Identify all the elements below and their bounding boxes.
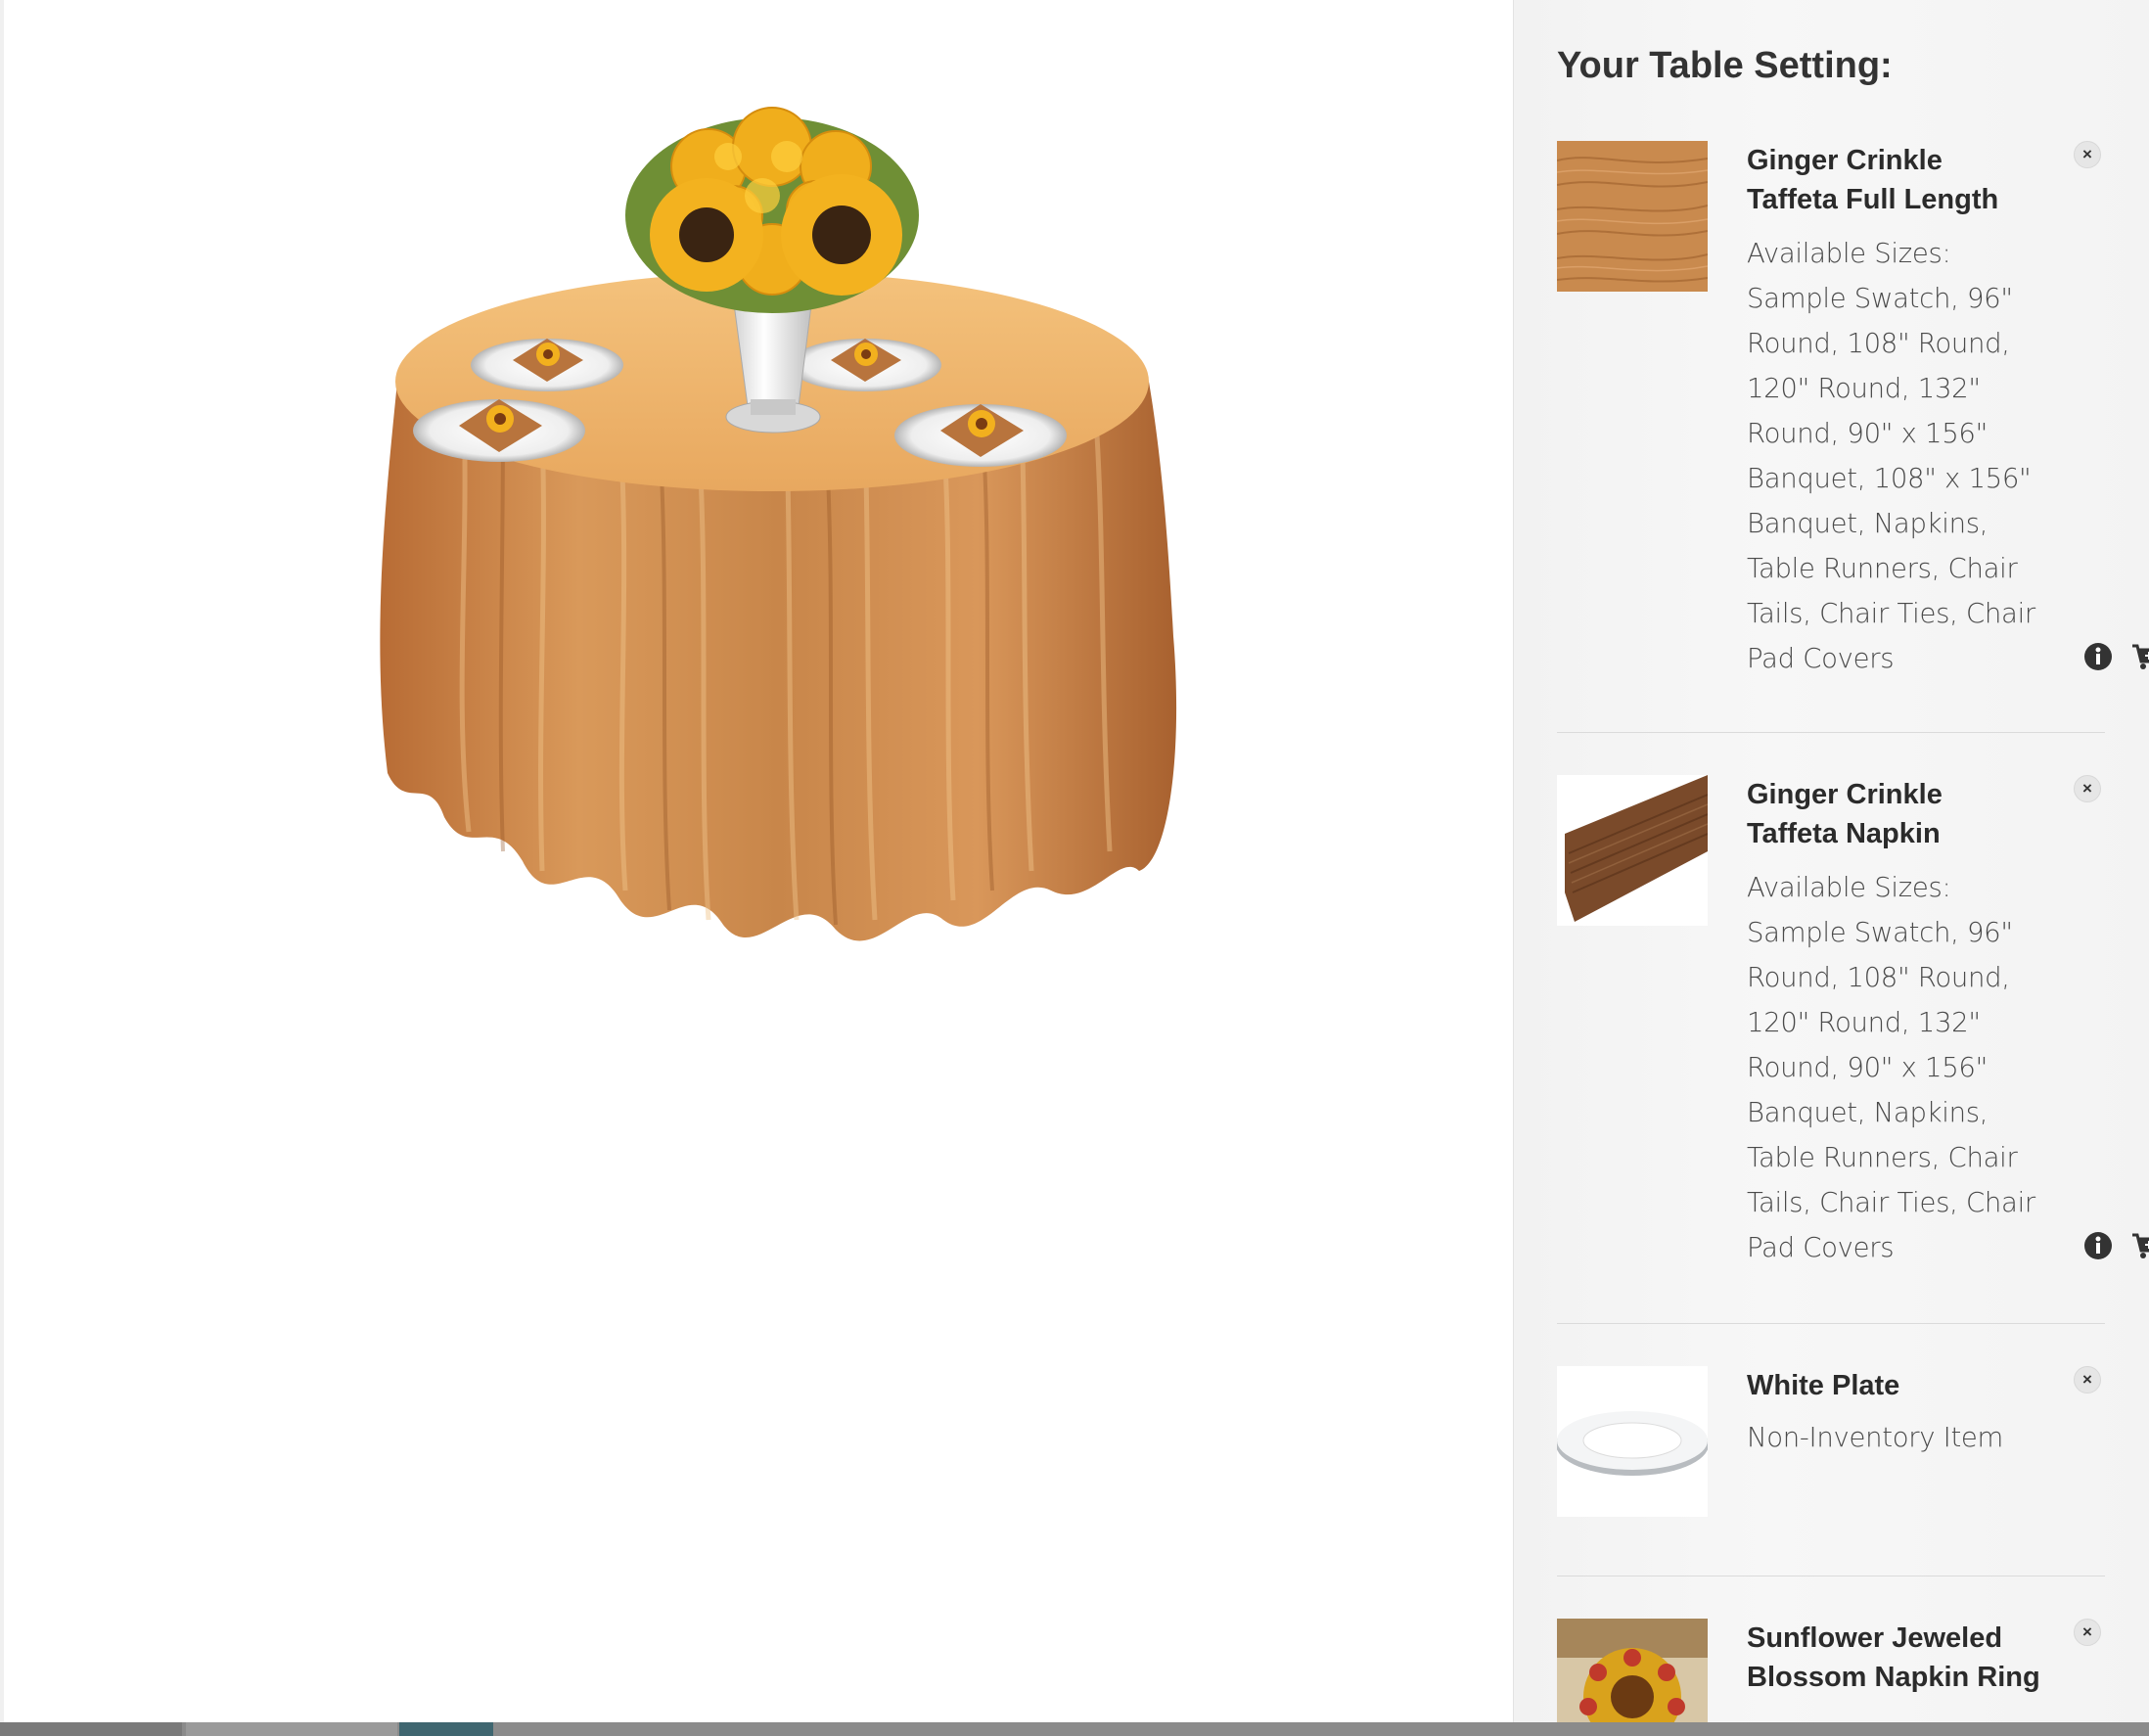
description-line: 120" Round, 132" <box>1747 373 1981 404</box>
divider <box>1557 1323 2105 1324</box>
description-line: 120" Round, 132" <box>1747 1007 1981 1038</box>
scrollbar-thumb[interactable] <box>399 1722 493 1736</box>
scrollbar-segment <box>186 1722 397 1736</box>
setting-item-plate: White Plate Non-Inventory Item × <box>1557 1366 2144 1532</box>
item-description: Non-Inventory Item <box>1747 1415 2060 1460</box>
remove-item-button[interactable]: × <box>2074 1619 2101 1646</box>
setting-item-tablecloth: Ginger Crinkle Taffeta Full Length Avail… <box>1557 141 2149 689</box>
description-line: Pad Covers <box>1747 643 1895 674</box>
place-setting <box>471 339 623 391</box>
horizontal-scrollbar[interactable] <box>0 1722 2149 1736</box>
item-name: White Plate <box>1747 1370 1900 1401</box>
add-to-cart-icon[interactable] <box>2130 642 2149 671</box>
item-description: Available Sizes: Sample Swatch, 96" Roun… <box>1747 865 2060 1270</box>
panel-title: Your Table Setting: <box>1557 45 1893 86</box>
description-line: Banquet, Napkins, <box>1747 508 1989 539</box>
description-line: Banquet, Napkins, <box>1747 1097 1989 1128</box>
item-description: Available Sizes: Sample Swatch, 96" Roun… <box>1747 231 2060 681</box>
description-line: Round, 90" x 156" <box>1747 1052 1988 1083</box>
description-line: Tails, Chair Ties, Chair <box>1747 1187 2035 1218</box>
description-line: Round, 90" x 156" <box>1747 418 1988 449</box>
scrollbar-segment <box>0 1722 182 1736</box>
item-name: Ginger Crinkle Taffeta Napkin <box>1747 779 1943 849</box>
white-plate-thumbnail[interactable] <box>1557 1366 1708 1517</box>
close-icon: × <box>2082 779 2092 798</box>
description-line: Sample Swatch, 96" <box>1747 283 2013 314</box>
table-setting-panel: Your Table Setting: Ginger Crinkle Taffe… <box>1513 0 2149 1722</box>
sunflower-bouquet <box>625 107 919 313</box>
add-to-cart-icon[interactable] <box>2130 1231 2149 1260</box>
remove-item-button[interactable]: × <box>2074 1366 2101 1393</box>
description-line: Round, 108" Round, <box>1747 328 2010 359</box>
table-runner-thumbnail[interactable] <box>1557 775 1708 926</box>
close-icon: × <box>2082 145 2092 163</box>
setting-item-napkin: Ginger Crinkle Taffeta Napkin Available … <box>1557 775 2149 1303</box>
info-icon[interactable] <box>2083 642 2113 671</box>
table-preview <box>4 0 1513 1722</box>
remove-item-button[interactable]: × <box>2074 775 2101 802</box>
item-name: Ginger Crinkle Taffeta Full Length <box>1747 145 1999 215</box>
sunflower-napkin-ring-thumbnail[interactable] <box>1557 1619 1708 1722</box>
table-setting-illustration <box>380 107 1177 941</box>
item-name: Sunflower Jeweled Blossom Napkin Ring <box>1747 1622 2040 1693</box>
description-label: Non-Inventory Item <box>1747 1422 2004 1453</box>
description-line: Tails, Chair Ties, Chair <box>1747 598 2035 629</box>
description-line: Banquet, 108" x 156" <box>1747 463 2032 494</box>
remove-item-button[interactable]: × <box>2074 141 2101 168</box>
taffeta-swatch-thumbnail[interactable] <box>1557 141 1708 292</box>
description-line: Table Runners, Chair <box>1747 553 2018 584</box>
description-label: Available Sizes: <box>1747 238 1951 269</box>
description-line: Sample Swatch, 96" <box>1747 917 2013 948</box>
description-line: Table Runners, Chair <box>1747 1142 2018 1173</box>
description-line: Pad Covers <box>1747 1232 1895 1263</box>
info-icon[interactable] <box>2083 1231 2113 1260</box>
description-label: Available Sizes: <box>1747 872 1951 903</box>
close-icon: × <box>2082 1622 2092 1641</box>
setting-item-napkin-ring: Sunflower Jeweled Blossom Napkin Ring × <box>1557 1619 2144 1722</box>
description-line: Round, 108" Round, <box>1747 962 2010 993</box>
divider <box>1557 732 2105 733</box>
close-icon: × <box>2082 1370 2092 1389</box>
